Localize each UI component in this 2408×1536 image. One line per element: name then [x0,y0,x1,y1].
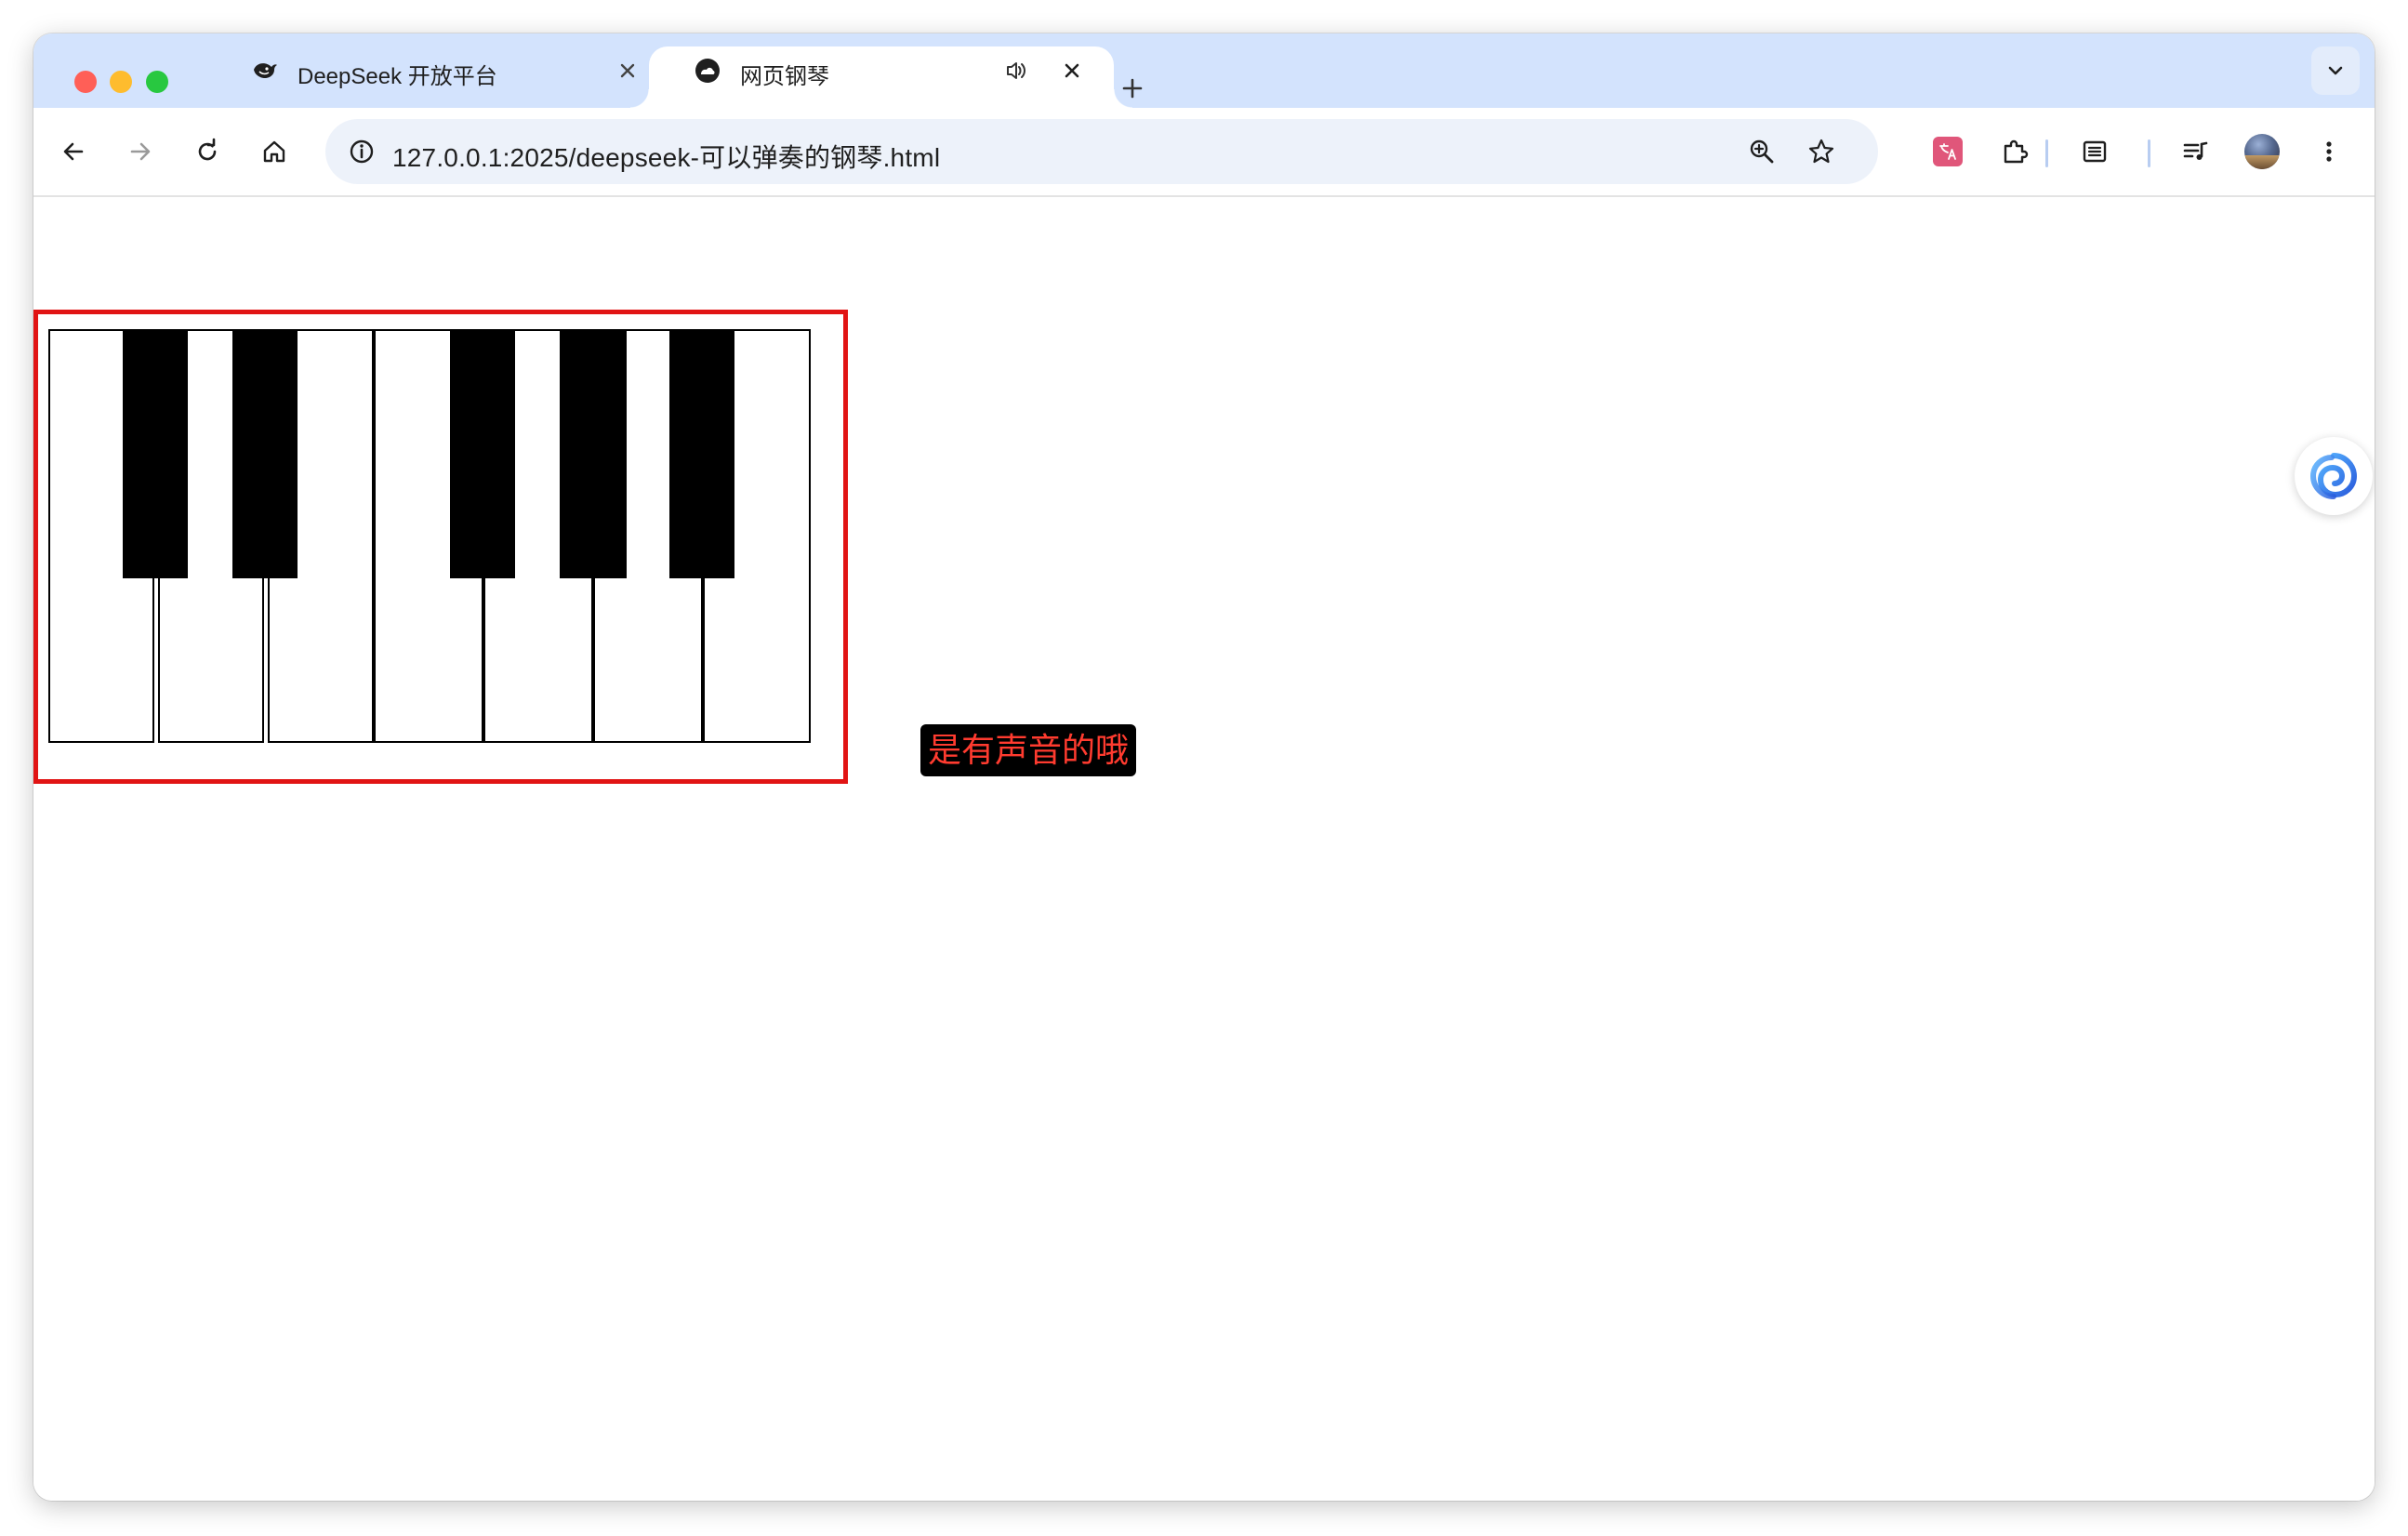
media-control-button[interactable] [2172,128,2218,175]
home-icon [263,140,285,163]
black-key[interactable] [123,329,188,578]
black-key[interactable] [560,329,627,578]
translate-extension-button[interactable] [1925,128,1971,175]
tab-search-button[interactable] [2311,46,2360,95]
zoom-icon[interactable] [1739,128,1785,175]
tab-deepseek[interactable]: DeepSeek 开放平台 [190,33,673,108]
assistant-floating-button[interactable] [2295,437,2373,515]
tab-title: DeepSeek 开放平台 [298,64,497,89]
close-window-button[interactable] [74,71,97,93]
zoom-window-button[interactable] [146,71,168,93]
forward-button[interactable] [117,128,164,175]
toolbar: 127.0.0.1:2025/deepseek-可以弹奏的钢琴.html [33,108,2375,197]
new-tab-button[interactable] [1114,70,1151,107]
speaker-icon[interactable] [1002,57,1030,85]
toolbar-divider [2045,139,2048,167]
home-button[interactable] [251,128,298,175]
piano-keyboard [48,329,811,743]
avatar [2244,134,2280,169]
page-content: 是有声音的哦 [33,197,2375,1501]
extensions-button[interactable] [1991,128,2038,175]
sound-hint-label: 是有声音的哦 [920,724,1137,776]
arrow-left-icon [63,142,84,161]
profile-button[interactable] [2239,128,2285,175]
minimize-window-button[interactable] [110,71,132,93]
url-text[interactable]: 127.0.0.1:2025/deepseek-可以弹奏的钢琴.html [392,138,940,175]
back-button[interactable] [50,128,97,175]
reading-list-button[interactable] [2071,128,2118,175]
browser-window: DeepSeek 开放平台 网页钢琴 127.0.0.1:2025/deepse… [33,33,2375,1501]
tab-web-piano[interactable]: 网页钢琴 [630,46,1132,108]
chevron-down-icon [2328,66,2343,75]
tab-strip: DeepSeek 开放平台 网页钢琴 [33,33,2375,108]
black-key[interactable] [232,329,298,578]
list-icon [2083,140,2107,163]
swirl-assistant-icon [2309,453,2358,499]
black-key[interactable] [450,329,515,578]
black-key[interactable] [669,329,734,578]
puzzle-icon [2004,139,2029,164]
address-bar[interactable]: 127.0.0.1:2025/deepseek-可以弹奏的钢琴.html [325,119,1878,184]
plus-icon [1122,78,1143,99]
arrow-right-icon [130,142,151,161]
reload-button[interactable] [184,128,231,175]
bookmark-star-icon[interactable] [1798,128,1845,175]
page-icon [694,57,721,85]
close-icon[interactable] [614,57,642,85]
translate-icon [1933,137,1963,166]
deepseek-whale-icon [251,57,279,85]
reload-icon [198,138,217,161]
media-queue-icon [2183,141,2208,160]
close-icon[interactable] [1058,57,1086,85]
toolbar-divider [2148,139,2150,167]
info-icon[interactable] [338,128,385,175]
more-vert-icon [2326,141,2332,162]
menu-button[interactable] [2306,128,2352,175]
tab-title: 网页钢琴 [740,64,829,89]
